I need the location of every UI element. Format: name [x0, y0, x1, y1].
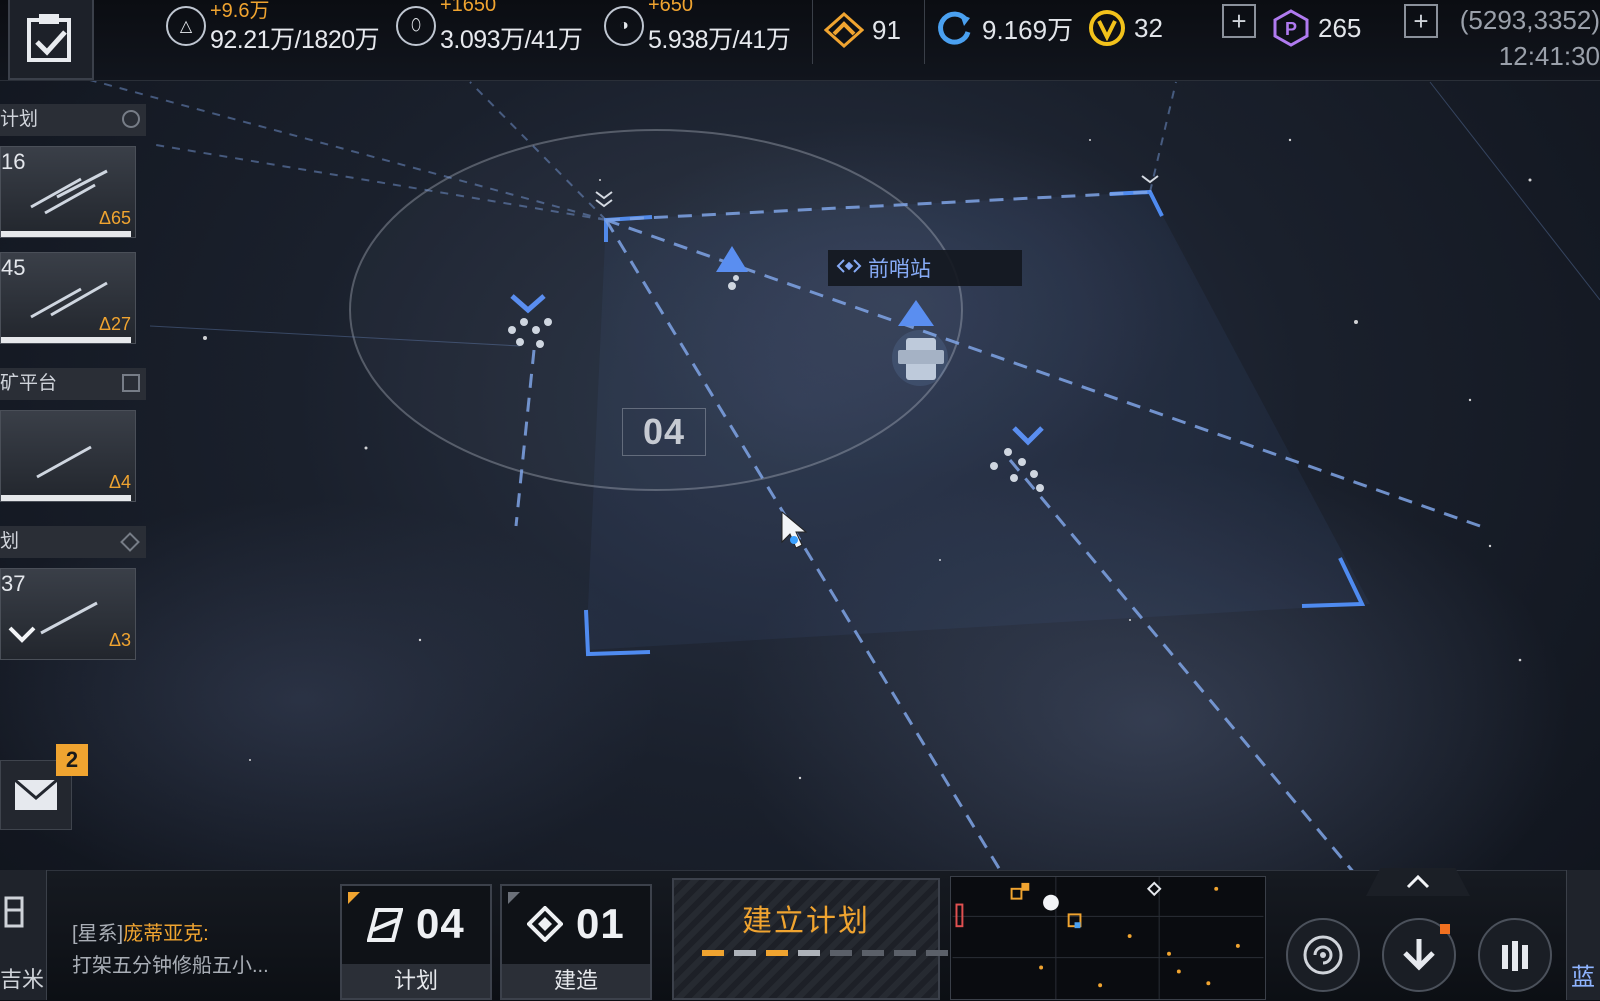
- resource-value: 5.938万/41万: [648, 26, 791, 54]
- fleet-section-header[interactable]: 计划: [0, 104, 146, 136]
- plan-link-icon: [366, 908, 404, 942]
- svg-text:P: P: [1285, 19, 1297, 39]
- square-toggle-icon[interactable]: [122, 374, 140, 392]
- clock: 12:41:30: [1498, 41, 1600, 71]
- plus-icon: +: [1231, 5, 1247, 36]
- build-count: 01: [575, 900, 625, 947]
- fleet-card[interactable]: 16 Δ65: [0, 146, 136, 238]
- chat-channel: [星系]: [72, 923, 124, 945]
- plan-progress-bars: [702, 950, 948, 956]
- download-button[interactable]: [1382, 918, 1456, 992]
- fleet-delta: Δ27: [98, 314, 131, 334]
- chevron-down-icon[interactable]: [6, 624, 38, 644]
- premium-value: 265: [1318, 12, 1362, 43]
- plan-label: 计划: [342, 964, 490, 998]
- build-button[interactable]: 01 建造: [500, 884, 652, 1000]
- star-map[interactable]: [0, 0, 1600, 1000]
- fleet-card[interactable]: Δ4: [0, 410, 136, 502]
- notification-dot: [1440, 924, 1450, 934]
- fleet-section-header[interactable]: 矿平台: [0, 368, 146, 400]
- outpost-station: [892, 330, 948, 386]
- premium-chip[interactable]: P 265: [1272, 6, 1361, 50]
- chat-preview[interactable]: [星系]庞蒂亚克: 打架五分钟修船五小...: [72, 918, 332, 982]
- outpost-diamond-icon: [836, 256, 862, 280]
- fleet-card[interactable]: 37 Δ3: [0, 568, 136, 660]
- expand-toolbar-button[interactable]: [1366, 868, 1470, 896]
- rank-value: 91: [872, 14, 901, 45]
- circle-toggle-icon[interactable]: [122, 110, 140, 128]
- coordinates: (5293,3352): [1459, 5, 1600, 35]
- chat-message: 打架五分钟修船五小...: [72, 955, 269, 977]
- plan-button[interactable]: 04 计划: [340, 884, 492, 1000]
- arrow-down-icon: [1403, 939, 1435, 971]
- resource-value: 3.093万/41万: [440, 26, 583, 54]
- plan-count-row: 04: [342, 900, 490, 948]
- top-resource-bar: △ +9.6万 92.21万/1820万 ⬯ +1650 3.093万/41万 …: [0, 0, 1600, 81]
- diamond-toggle-icon[interactable]: [120, 532, 140, 552]
- section-title: 矿平台: [0, 373, 58, 394]
- create-plan-label: 建立计划: [742, 905, 870, 938]
- fleet-delta: Δ3: [108, 630, 131, 650]
- build-count-row: 01: [502, 900, 650, 948]
- rank-chip[interactable]: 91: [824, 8, 901, 52]
- resource-delta: +1650: [440, 0, 497, 16]
- fleet-card[interactable]: 45 Δ27: [0, 252, 136, 344]
- outpost-label[interactable]: 前哨站: [828, 250, 1022, 286]
- add-premium-button[interactable]: +: [1404, 4, 1438, 38]
- triangle-ore-icon: △: [166, 6, 206, 46]
- fleet-delta: Δ65: [98, 208, 131, 228]
- plus-icon: +: [1413, 5, 1429, 36]
- energy-chip[interactable]: 9.169万: [934, 6, 1073, 50]
- divider: [924, 0, 925, 64]
- section-title: 计划: [0, 109, 39, 130]
- gold-coin-icon: [1089, 10, 1125, 46]
- chat-header: [星系]庞蒂亚克:: [72, 918, 332, 950]
- right-block-label: 蓝: [1571, 964, 1595, 991]
- building-icon: [4, 896, 24, 928]
- sector-label: 04: [622, 408, 706, 456]
- plan-count: 04: [415, 900, 465, 947]
- rank-chevron-icon: [824, 12, 864, 48]
- gas-orb-icon: ◑: [604, 6, 644, 46]
- alliance-pillars-icon: [1502, 941, 1528, 971]
- fleet-section-header[interactable]: 划: [0, 526, 146, 558]
- left-block-label: 吉米: [0, 967, 45, 992]
- resource-value: 92.21万/1820万: [210, 26, 380, 54]
- gold-value: 32: [1134, 12, 1163, 43]
- task-button[interactable]: [8, 0, 94, 80]
- build-diamond-icon: [526, 905, 565, 943]
- section-title: 划: [0, 531, 20, 552]
- fleet-health-bar: [1, 231, 131, 237]
- crystal-icon: ⬯: [396, 6, 436, 46]
- fleet-health-bar: [1, 337, 131, 343]
- add-gold-button[interactable]: +: [1222, 4, 1256, 38]
- outpost-name: 前哨站: [868, 258, 931, 281]
- mail-badge: 2: [56, 744, 88, 776]
- coordinates-time: (5293,3352) 12:41:30: [1460, 2, 1600, 74]
- alliance-button[interactable]: [1478, 918, 1552, 992]
- spiral-galaxy-icon: [1303, 935, 1343, 975]
- fleet-health-bar: [1, 495, 131, 501]
- refresh-energy-icon: [938, 11, 971, 45]
- checklist-icon: [27, 14, 71, 62]
- fleet-delta: Δ4: [108, 472, 131, 492]
- fleet-ships-icon: [36, 445, 92, 479]
- energy-value: 9.169万: [982, 14, 1074, 45]
- galaxy-button[interactable]: [1286, 918, 1360, 992]
- gold-chip[interactable]: 32: [1088, 6, 1163, 50]
- chevron-up-icon: [1406, 874, 1430, 889]
- divider: [812, 0, 813, 64]
- right-bottom-block[interactable]: 蓝: [1566, 870, 1600, 1000]
- build-label: 建造: [502, 964, 650, 998]
- chat-sender: 庞蒂亚克:: [123, 923, 209, 945]
- minimap[interactable]: [950, 876, 1266, 1000]
- left-bottom-block[interactable]: 吉米: [0, 870, 47, 1000]
- envelope-icon: [14, 778, 58, 810]
- resource-delta: +650: [648, 0, 694, 16]
- create-plan-button[interactable]: 建立计划: [672, 878, 948, 1000]
- premium-p-icon: P: [1273, 9, 1309, 47]
